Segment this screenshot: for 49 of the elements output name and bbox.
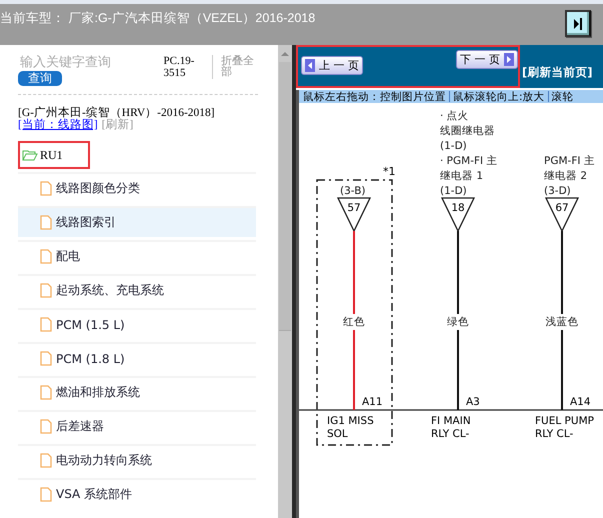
terminal-label: A11 [362,396,383,408]
scroll-up-icon[interactable] [280,50,290,58]
previous-page-button[interactable]: 上 一 页 [301,56,363,75]
circuit-name: FUEL PUMP RLY CL- [535,415,594,440]
refresh-page-link[interactable]: [刷新当前页] [522,65,593,80]
current-page-link[interactable]: [当前：线路图] [18,119,98,131]
circuit-name: IG1 MISS SOL [327,415,374,440]
document-icon [40,181,52,196]
connector-triangle [544,197,580,232]
terminal-label: A14 [570,396,591,408]
source-label: · 点火 线圈继电器 (1-D) · PGM-FI 主 继电器 1 (1-D) [440,110,498,197]
footnote-mark: *1 [383,165,396,178]
pin-number: 18 [451,202,465,214]
pin-number: 57 [347,202,361,214]
wire-color-label: 绿色 [447,316,469,328]
terminal-label: A3 [466,396,480,408]
right-arrow-icon [504,53,514,66]
model-label: [G-广州本田-缤智（HRV）-2016-2018] [18,107,216,119]
source-label: (3-B) [340,185,366,197]
window-title: 当前车型： 厂家:G-广汽本田缤智（VEZEL）2016-2018 [0,10,316,27]
document-icon [40,215,52,230]
wire-color-label: 红色 [343,316,365,328]
hint-text: 鼠标左右拖动：控制图片位置 [303,90,446,103]
connector-triangle [336,197,372,232]
pin-number: 67 [555,202,569,214]
document-icon [40,453,52,468]
panel-toggle-button[interactable] [565,10,591,37]
document-icon [40,487,52,502]
document-icon [40,419,52,434]
hint-text: 滚轮 [552,90,574,103]
connector-triangle [440,197,476,232]
scrollbar[interactable] [278,45,292,518]
document-icon [40,249,52,264]
tree-root-item[interactable]: RU1 [18,141,90,169]
wire-color-label: 浅蓝色 [546,316,578,328]
document-icon [40,351,52,366]
source-label: PGM-FI 主 继电器 2 (3-D) [544,155,595,197]
document-icon [40,283,52,298]
folder-icon [22,149,38,161]
hint-text: 鼠标滚轮向上:放大 [453,90,545,103]
document-icon [40,385,52,400]
query-button[interactable]: 查询 [18,71,62,86]
document-icon [40,317,52,332]
left-arrow-icon [305,59,315,72]
expand-arrow-icon [573,18,583,30]
next-page-button[interactable]: 下 一 页 [456,50,518,69]
circuit-name: FI MAIN RLY CL- [431,415,471,440]
code-label: PC.19-3515 [164,55,214,79]
tree-item[interactable]: 线路图索引 [18,206,256,237]
